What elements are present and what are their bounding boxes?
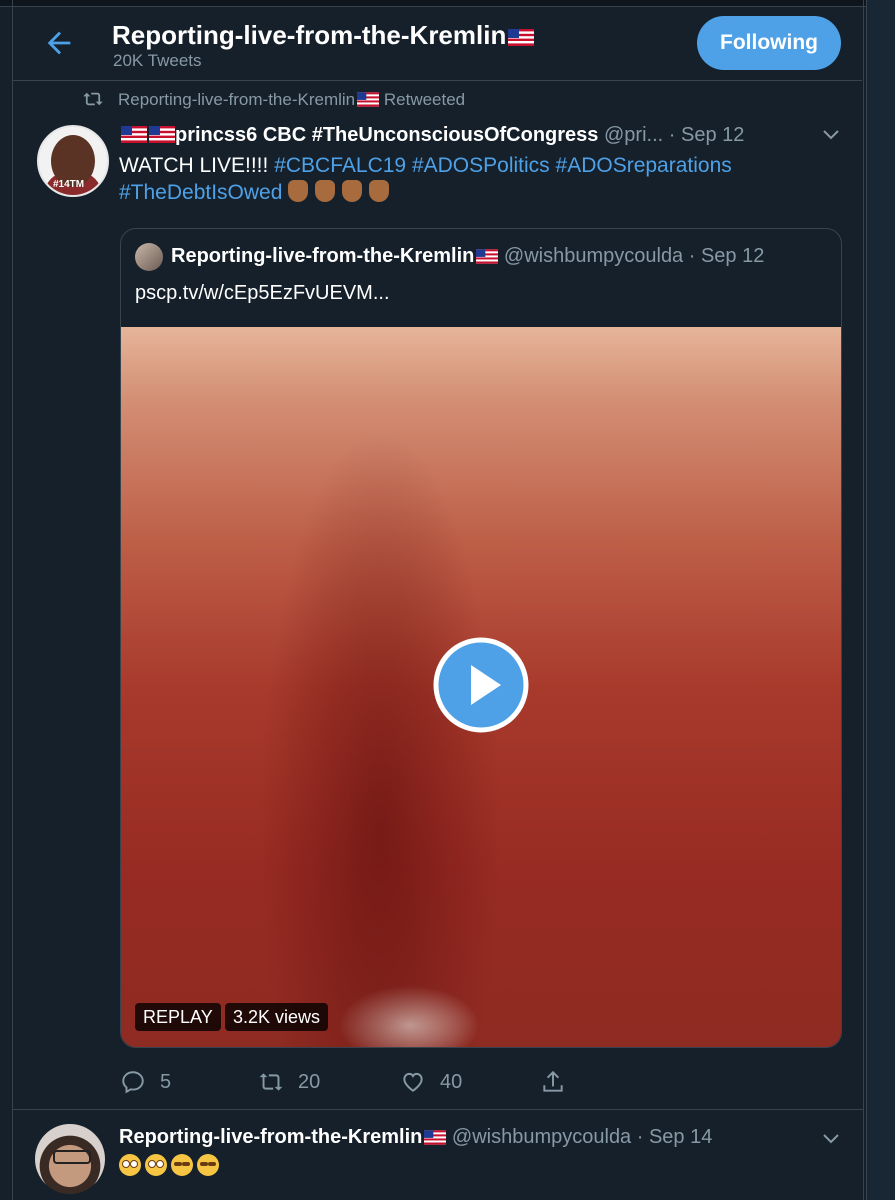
- play-icon[interactable]: [433, 637, 529, 733]
- pointing-down-emoji: [288, 180, 309, 202]
- hashtag-link[interactable]: #TheDebtIsOwed: [119, 181, 282, 204]
- hashtag-link[interactable]: #ADOSreparations: [556, 154, 732, 177]
- quoted-tweet-card[interactable]: Reporting-live-from-the-Kremlin @wishbum…: [120, 228, 842, 1048]
- retweet-button[interactable]: 20: [258, 1064, 320, 1100]
- tweet-count: 20K Tweets: [113, 51, 202, 70]
- tweet-text-plain: WATCH LIVE!!!!: [119, 154, 269, 177]
- tweet-author-handle[interactable]: @wishbumpycoulda: [452, 1126, 631, 1148]
- retweeter-name: Reporting-live-from-the-Kremlin: [118, 90, 356, 109]
- tweet-actions: 5 20 40: [120, 1064, 570, 1100]
- profile-name: Reporting-live-from-the-Kremlin: [112, 20, 507, 50]
- back-arrow-icon[interactable]: [42, 26, 76, 60]
- quoted-avatar: [135, 243, 163, 271]
- views-badge: 3.2K views: [225, 1003, 329, 1031]
- tweet-author-name[interactable]: princss6 CBC #TheUnconsciousOfCongress: [175, 124, 598, 146]
- following-button[interactable]: Following: [697, 16, 841, 70]
- reply-icon: [122, 1071, 144, 1094]
- tweet-author-line: Reporting-live-from-the-Kremlin @wishbum…: [119, 1126, 839, 1149]
- reply-count: 5: [160, 1070, 172, 1093]
- retweeted-label: Retweeted: [383, 90, 466, 109]
- rofl-emoji: [171, 1154, 193, 1176]
- retweet-icon: [259, 1073, 283, 1091]
- hashtag-link[interactable]: #CBCFALC19: [274, 154, 406, 177]
- quoted-author-name: Reporting-live-from-the-Kremlin: [171, 245, 475, 267]
- hashtag-link[interactable]: #ADOSPolitics: [412, 154, 550, 177]
- chevron-down-icon[interactable]: [822, 128, 840, 142]
- us-flag-icon: [357, 92, 380, 107]
- reply-button[interactable]: 5: [120, 1064, 171, 1100]
- scrollbar-track[interactable]: [866, 0, 895, 1200]
- pointing-down-emoji: [369, 180, 390, 202]
- retweet-icon: [83, 92, 103, 106]
- us-flag-icon: [424, 1130, 447, 1145]
- like-count: 40: [440, 1070, 463, 1093]
- tweet-author-handle[interactable]: @pri...: [604, 124, 663, 146]
- avatar-tag: #14TM: [53, 179, 85, 190]
- tweet-date[interactable]: · Sep 14: [637, 1126, 713, 1148]
- pointing-down-emoji: [315, 180, 336, 202]
- avatar[interactable]: [35, 1124, 105, 1194]
- us-flag-icon: [476, 249, 499, 264]
- page-title: Reporting-live-from-the-Kremlin: [112, 20, 535, 51]
- us-flag-icon: [121, 126, 147, 143]
- quoted-author-handle: @wishbumpycoulda: [503, 245, 684, 267]
- retweet-context[interactable]: Reporting-live-from-the-Kremlin Retweete…: [82, 90, 465, 110]
- like-icon: [403, 1072, 423, 1092]
- chevron-down-icon[interactable]: [822, 1132, 840, 1146]
- flushed-face-emoji: [145, 1154, 167, 1176]
- quoted-author-line: Reporting-live-from-the-Kremlin @wishbum…: [171, 245, 764, 268]
- tweet-date[interactable]: · Sep 12: [669, 124, 745, 146]
- share-icon: [543, 1070, 563, 1092]
- like-button[interactable]: 40: [400, 1064, 462, 1100]
- flushed-face-emoji: [119, 1154, 141, 1176]
- tweet-divider: [12, 1109, 863, 1110]
- us-flag-icon: [149, 126, 175, 143]
- rofl-emoji: [197, 1154, 219, 1176]
- pointing-down-emoji: [342, 180, 363, 202]
- video-player[interactable]: REPLAY 3.2K views: [121, 327, 841, 1047]
- tweet-author-line: princss6 CBC #TheUnconsciousOfCongress @…: [119, 124, 849, 147]
- tweet-author-name[interactable]: Reporting-live-from-the-Kremlin: [119, 1126, 422, 1148]
- profile-header: Reporting-live-from-the-Kremlin 20K Twee…: [12, 6, 862, 81]
- retweet-count: 20: [298, 1070, 321, 1093]
- us-flag-icon: [508, 29, 535, 46]
- quoted-link-text[interactable]: pscp.tv/w/cEp5EzFvUEVM...: [135, 282, 390, 305]
- quoted-date: · Sep 12: [688, 245, 765, 267]
- avatar-glasses: [53, 1150, 91, 1164]
- replay-badge: REPLAY: [135, 1003, 221, 1031]
- tweet-text: WATCH LIVE!!!! #CBCFALC19 #ADOSPolitics …: [119, 152, 819, 206]
- avatar[interactable]: #14TM: [37, 125, 109, 197]
- share-button[interactable]: [540, 1064, 566, 1100]
- tweet-text: [119, 1154, 223, 1179]
